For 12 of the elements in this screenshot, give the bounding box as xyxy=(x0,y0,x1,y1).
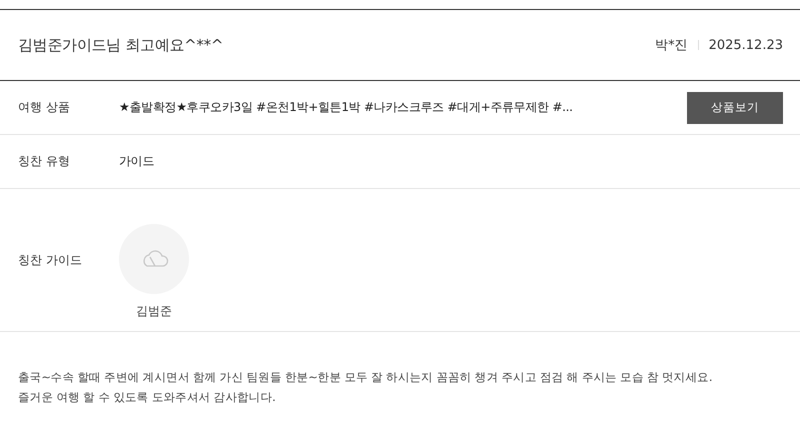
review-text: 즐거운 여행 할 수 있도록 도와주셔서 감사합니다. xyxy=(18,390,276,405)
review-text: 출국~수속 할때 주변에 계시면서 함께 가신 팀원들 한분~한분 모두 잘 하시는지 꼼꼼히 챙겨 주시고 점검 해 주시는 모습 참 멋지세요. xyxy=(18,370,714,385)
row-value: 가이드 xyxy=(119,153,156,170)
review-title: 김범준가이드님 최고예요^**^ xyxy=(18,36,224,54)
review-date: 2025.12.23 xyxy=(708,38,783,52)
product-name: ★출발확정★후쿠오카3일 #온천1박+힐튼1박 #나카스크루즈 #대게+주류무제한 #... xyxy=(119,99,574,116)
row-label: 여행 상품 xyxy=(18,99,71,116)
row-label: 칭찬 유형 xyxy=(18,153,71,170)
author-name: 박*진 xyxy=(655,37,688,54)
row-label: 칭찬 가이드 xyxy=(18,252,83,268)
view-product-button[interactable]: 상품보기 xyxy=(687,92,783,124)
guide-name: 김범준 xyxy=(136,303,172,320)
